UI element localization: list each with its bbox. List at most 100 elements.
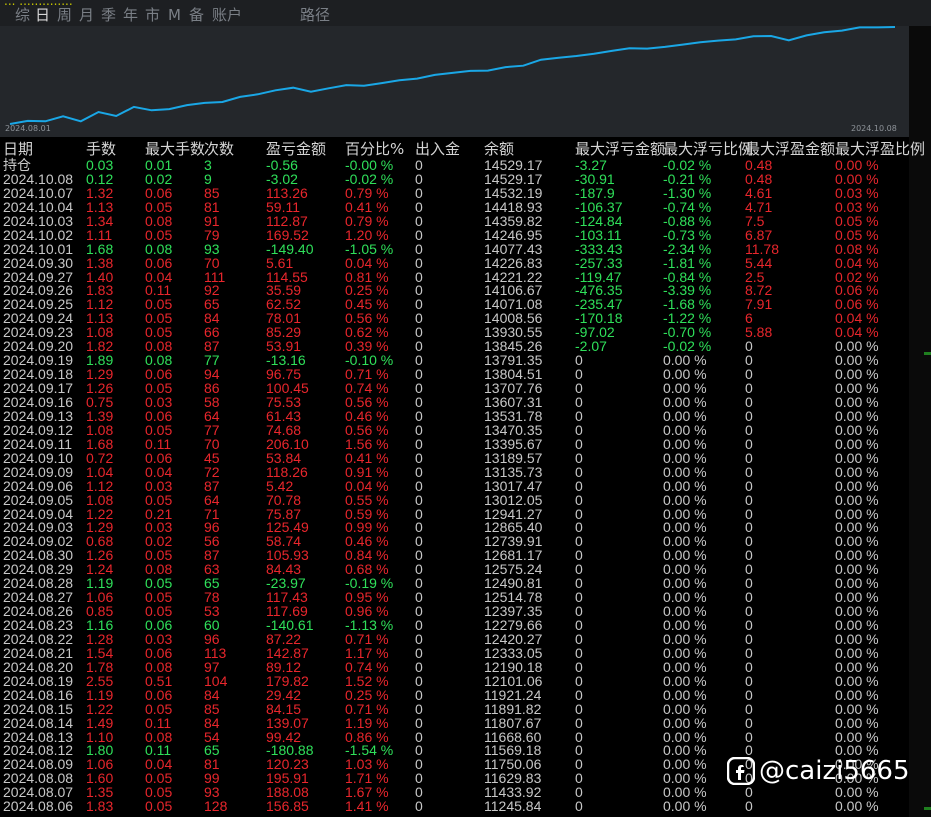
cell-balance: 11629.83 (484, 770, 542, 787)
header-max-float-loss-pct[interactable]: 最大浮亏比例 (663, 141, 753, 158)
equity-chart: 2024.08.01 2024.10.08 (0, 26, 909, 137)
table-row[interactable]: 2024.09.20 1.82 0.08 87 53.91 0.39 % 0 13845.26… (0, 339, 909, 353)
cell-max-float-loss: 0 (575, 463, 583, 480)
tab-notes[interactable]: 备 (189, 7, 204, 24)
header-max-lots[interactable]: 最大手数 (145, 141, 205, 158)
table-row[interactable]: 2024.08.15 1.22 0.05 85 84.15 0.71 % 0 11891.82… (0, 702, 909, 716)
tab-month[interactable]: 月 (79, 7, 94, 24)
table-row[interactable]: 2024.08.27 1.06 0.05 78 117.43 0.95 % 0 12514.7… (0, 590, 909, 604)
cell-max-lots: 0.05 (145, 700, 173, 717)
cell-pnl: -180.88 (266, 742, 314, 759)
header-count[interactable]: 次数 (204, 141, 234, 158)
table-row[interactable]: 2024.09.23 1.08 0.05 66 85.29 0.62 % 0 13930.55… (0, 325, 909, 339)
header-date[interactable]: 日期 (3, 141, 33, 158)
tab-m[interactable]: M (168, 7, 181, 24)
table-row[interactable]: 2024.09.13 1.39 0.06 64 61.43 0.46 % 0 13531.78… (0, 409, 909, 423)
cell-date: 2024.09.13 (3, 407, 74, 424)
cell-deposit-withdraw: 0 (415, 338, 423, 355)
cell-pnl: 74.68 (266, 421, 302, 438)
table-row[interactable]: 2024.09.19 1.89 0.08 77 -13.16 -0.10 % 0 13791.… (0, 353, 909, 367)
table-row[interactable]: 2024.10.03 1.34 0.08 91 112.87 0.79 % 0 14359.8… (0, 214, 909, 228)
cell-max-float-profit: 0 (745, 505, 753, 522)
cell-max-lots: 0.21 (145, 505, 173, 522)
header-percent[interactable]: 百分比% (345, 141, 404, 158)
tab-path[interactable]: 路径 (300, 7, 330, 24)
table-row[interactable]: 2024.10.07 1.32 0.06 85 113.26 0.79 % 0 14532.1… (0, 186, 909, 200)
header-lots[interactable]: 手数 (86, 141, 116, 158)
table-row[interactable]: 2024.08.30 1.26 0.05 87 105.93 0.84 % 0 12681.1… (0, 548, 909, 562)
header-max-float-loss[interactable]: 最大浮亏金额 (575, 141, 665, 158)
table-row[interactable]: 2024.10.08 0.12 0.02 9 -3.02 -0.02 % 0 14529.17… (0, 172, 909, 186)
cell-date: 2024.08.16 (3, 686, 74, 703)
table-row[interactable]: 2024.09.26 1.83 0.11 92 35.59 0.25 % 0 14106.67… (0, 283, 909, 297)
table-row[interactable]: 2024.09.09 1.04 0.04 72 118.26 0.91 % 0 13135.7… (0, 465, 909, 479)
table-row[interactable]: 2024.09.04 1.22 0.21 71 75.87 0.59 % 0 12941.27… (0, 507, 909, 521)
table-row[interactable]: 2024.08.16 1.19 0.06 84 29.42 0.25 % 0 11921.24… (0, 688, 909, 702)
table-row[interactable]: 2024.08.19 2.55 0.51 104 179.82 1.52 % 0 12101.… (0, 674, 909, 688)
cell-max-float-loss-pct: 0.00 % (663, 658, 707, 675)
tab-quarter[interactable]: 季 (101, 7, 116, 24)
cell-lots: 1.28 (86, 630, 114, 647)
table-row[interactable]: 2024.09.03 1.29 0.03 96 125.49 0.99 % 0 12865.4… (0, 520, 909, 534)
tab-account[interactable]: 账户 (212, 7, 242, 24)
cell-max-float-profit-pct: 0.00 % (835, 519, 879, 536)
table-row[interactable]: 2024.08.29 1.24 0.08 63 84.43 0.68 % 0 12575.24… (0, 562, 909, 576)
cell-pnl: 53.84 (266, 449, 302, 466)
cell-pnl: 89.12 (266, 658, 302, 675)
table-row[interactable]: 2024.09.16 0.75 0.03 58 75.53 0.56 % 0 13607.31… (0, 395, 909, 409)
cell-balance: 12865.40 (484, 519, 543, 536)
cell-pnl: 85.29 (266, 324, 302, 341)
table-row[interactable]: 2024.09.10 0.72 0.06 45 53.84 0.41 % 0 13189.57… (0, 451, 909, 465)
table-row[interactable]: 2024.09.11 1.68 0.11 70 206.10 1.56 % 0 13395.6… (0, 437, 909, 451)
cell-max-float-profit-pct: 0.08 % (835, 240, 879, 257)
cell-max-float-loss-pct: 0.00 % (663, 463, 707, 480)
table-row[interactable]: 2024.10.04 1.13 0.05 81 59.11 0.41 % 0 14418.93… (0, 200, 909, 214)
cell-percent: -0.02 % (345, 170, 394, 187)
table-row[interactable]: 2024.09.27 1.40 0.04 111 114.55 0.81 % 0 14221.… (0, 270, 909, 284)
table-row[interactable]: 2024.09.05 1.08 0.05 64 70.78 0.55 % 0 13012.05… (0, 493, 909, 507)
tab-market[interactable]: 市 (145, 7, 160, 24)
cell-lots: 1.19 (86, 686, 114, 703)
cell-date: 2024.10.02 (3, 226, 74, 243)
table-row[interactable]: 2024.08.22 1.28 0.03 96 87.22 0.71 % 0 12420.27… (0, 632, 909, 646)
tab-week[interactable]: 周 (57, 7, 72, 24)
table-row[interactable]: 2024.08.21 1.54 0.06 113 142.87 1.17 % 0 12333.… (0, 646, 909, 660)
header-balance[interactable]: 余额 (484, 141, 514, 158)
cell-max-lots: 0.05 (145, 310, 173, 327)
table-row[interactable]: 2024.08.28 1.19 0.05 65 -23.97 -0.19 % 0 12490.… (0, 576, 909, 590)
table-row[interactable]: 2024.09.24 1.13 0.05 84 78.01 0.56 % 0 14008.56… (0, 311, 909, 325)
table-row[interactable]: 2024.08.13 1.10 0.08 54 99.42 0.86 % 0 11668.60… (0, 730, 909, 744)
cell-deposit-withdraw: 0 (415, 658, 423, 675)
table-row[interactable]: 2024.09.06 1.12 0.03 87 5.42 0.04 % 0 13017.47 0… (0, 479, 909, 493)
scroll-indicator[interactable] (924, 352, 931, 355)
table-row[interactable]: 2024.10.02 1.11 0.05 79 169.52 1.20 % 0 14246.9… (0, 228, 909, 242)
cell-percent: 0.04 % (345, 254, 389, 271)
tab-day[interactable]: 日 (35, 7, 50, 24)
cell-lots: 0.72 (86, 449, 114, 466)
header-deposit-withdraw[interactable]: 出入金 (415, 141, 460, 158)
cell-max-float-loss: -97.02 (575, 324, 615, 341)
table-row[interactable]: 2024.08.20 1.78 0.08 97 89.12 0.74 % 0 12190.18… (0, 660, 909, 674)
table-row[interactable]: 2024.09.17 1.26 0.05 86 100.45 0.74 % 0 13707.7… (0, 381, 909, 395)
table-row[interactable]: 2024.08.06 1.83 0.05 128 156.85 1.41 % 0 11245.… (0, 799, 909, 813)
table-row[interactable]: 2024.10.01 1.68 0.08 93 -149.40 -1.05 % 0 14077… (0, 242, 909, 256)
table-row[interactable]: 持仓 0.03 0.01 3 -0.56 -0.00 % 0 14529.17 -3.27 -0.… (0, 158, 909, 172)
table-row[interactable]: 2024.09.12 1.08 0.05 77 74.68 0.56 % 0 13470.35… (0, 423, 909, 437)
table-row[interactable]: 2024.09.25 1.12 0.05 65 62.52 0.45 % 0 14071.08… (0, 297, 909, 311)
table-row[interactable]: 2024.08.14 1.49 0.11 84 139.07 1.19 % 0 11807.6… (0, 716, 909, 730)
cell-pnl: -0.56 (266, 157, 298, 173)
table-row[interactable]: 2024.08.23 1.16 0.06 60 -140.61 -1.13 % 0 12279… (0, 618, 909, 632)
cell-lots: 1.08 (86, 491, 114, 508)
table-row[interactable]: 2024.08.26 0.85 0.05 53 117.69 0.96 % 0 12397.3… (0, 604, 909, 618)
header-pnl[interactable]: 盈亏金额 (266, 141, 326, 158)
tab-year[interactable]: 年 (123, 7, 138, 24)
table-row[interactable]: 2024.09.02 0.68 0.02 56 58.74 0.46 % 0 12739.91… (0, 534, 909, 548)
header-max-float-profit-pct[interactable]: 最大浮盈比例 (835, 141, 925, 158)
tab-overview[interactable]: 综 (15, 7, 30, 24)
cell-max-float-loss: 0 (575, 644, 583, 661)
scroll-indicator[interactable] (924, 807, 931, 810)
table-row[interactable]: 2024.09.18 1.29 0.06 94 96.75 0.71 % 0 13804.51… (0, 367, 909, 381)
cell-percent: 1.41 % (345, 798, 389, 815)
table-row[interactable]: 2024.09.30 1.38 0.06 70 5.61 0.04 % 0 14226.83 -… (0, 256, 909, 270)
header-max-float-profit[interactable]: 最大浮盈金额 (745, 141, 835, 158)
